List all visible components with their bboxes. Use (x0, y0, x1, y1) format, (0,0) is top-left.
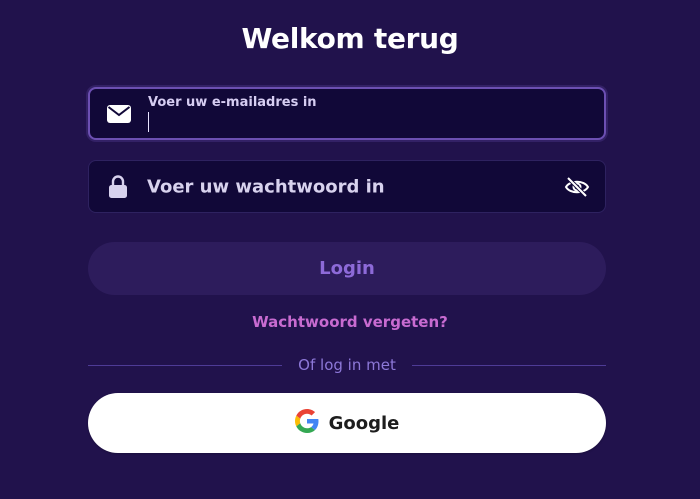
login-page: Welkom terug Voer uw e-mailadres in Voer… (0, 0, 700, 499)
divider-text: Of log in met (298, 356, 396, 374)
email-field[interactable]: Voer uw e-mailadres in (88, 87, 606, 140)
login-button[interactable]: Login (88, 242, 606, 295)
forgot-password-link[interactable]: Wachtwoord vergeten? (0, 313, 700, 331)
email-field-label: Voer uw e-mailadres in (148, 95, 317, 110)
password-placeholder: Voer uw wachtwoord in (147, 176, 385, 197)
google-logo-icon (294, 409, 319, 437)
eye-slash-icon[interactable] (563, 173, 591, 201)
page-title: Welkom terug (241, 22, 459, 55)
divider-left (88, 365, 282, 366)
google-login-button[interactable]: Google (88, 393, 606, 453)
password-field[interactable]: Voer uw wachtwoord in (88, 160, 606, 213)
lock-icon (105, 174, 131, 200)
google-button-label: Google (328, 412, 400, 434)
envelope-icon (106, 101, 132, 127)
text-cursor (148, 112, 149, 132)
divider-right (412, 365, 606, 366)
